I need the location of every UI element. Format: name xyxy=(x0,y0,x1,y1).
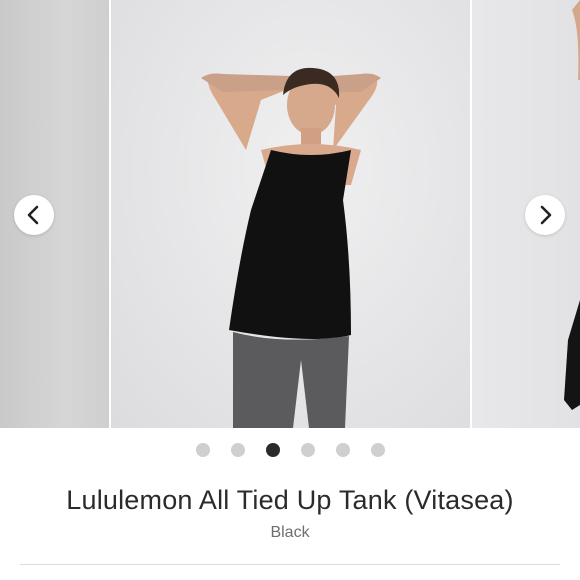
next-image-button[interactable] xyxy=(525,195,565,235)
pagination-dot[interactable] xyxy=(265,443,280,457)
product-image-carousel[interactable] xyxy=(0,0,580,428)
chevron-left-icon xyxy=(27,205,39,225)
carousel-pagination xyxy=(0,442,580,458)
divider xyxy=(20,564,560,565)
product-title: Lululemon All Tied Up Tank (Vitasea) xyxy=(66,485,514,515)
pagination-dot[interactable] xyxy=(230,443,245,457)
pagination-dot[interactable] xyxy=(300,443,315,457)
leggings-shape xyxy=(233,332,349,428)
pagination-dot[interactable] xyxy=(335,443,350,457)
pagination-dot[interactable] xyxy=(195,443,210,457)
pagination-dot[interactable] xyxy=(370,443,385,457)
tank-top-shape xyxy=(229,150,351,339)
main-product-image xyxy=(111,0,470,428)
model-photo xyxy=(201,67,381,428)
previous-image-button[interactable] xyxy=(14,195,54,235)
chevron-right-icon xyxy=(540,205,552,225)
product-color: Black xyxy=(270,524,310,541)
